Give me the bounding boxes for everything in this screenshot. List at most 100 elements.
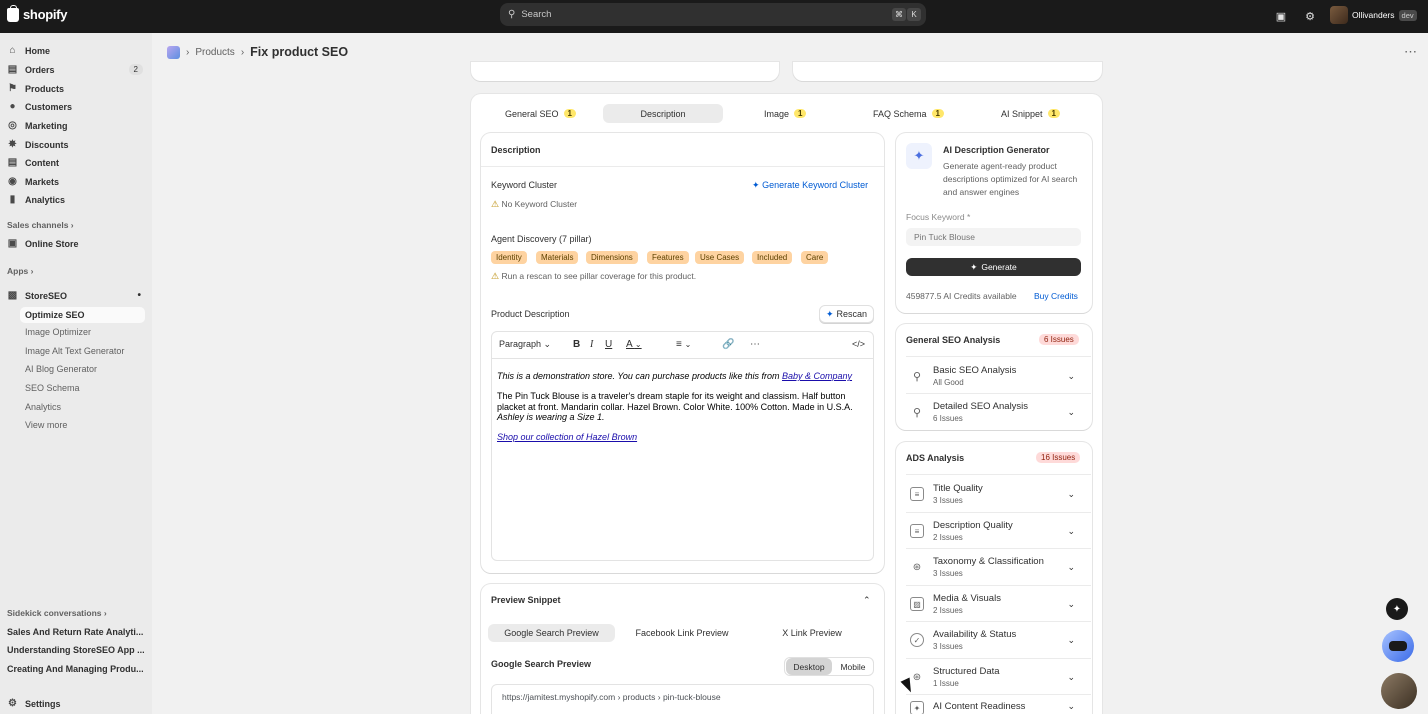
conversation-item[interactable]: Sales And Return Rate Analyti... xyxy=(7,627,147,637)
magnifier-icon: ⚲ xyxy=(912,406,922,419)
sidebar-item-storeseo[interactable]: ▩ StoreSEO • xyxy=(7,290,147,301)
tab-ai-snippet[interactable]: AI Snippet 1 xyxy=(993,104,1068,123)
storeseo-app-icon[interactable] xyxy=(167,45,180,59)
tab-image[interactable]: Image 1 xyxy=(756,104,814,123)
ads-row-structured-data[interactable]: ⊛ Structured Data 1 Issue ⌄ xyxy=(906,660,1081,694)
sidebar-item-markets[interactable]: ◉ Markets xyxy=(7,176,147,187)
buy-credits-link[interactable]: Buy Credits xyxy=(1034,291,1078,301)
tab-google-search-preview[interactable]: Google Search Preview xyxy=(488,624,615,642)
sidebar-item-home[interactable]: ⌂ Home xyxy=(7,45,147,56)
support-agent-avatar[interactable] xyxy=(1381,673,1417,709)
ads-row-description-quality[interactable]: ≡ Description Quality 2 Issues ⌄ xyxy=(906,514,1081,548)
tab-description[interactable]: Description xyxy=(603,104,723,123)
shopify-logo[interactable]: shopify xyxy=(7,4,67,22)
chat-bot-avatar[interactable] xyxy=(1382,630,1414,662)
sidebar-item-products[interactable]: ⚑ Products xyxy=(7,83,147,94)
italic-button[interactable]: I xyxy=(590,339,593,350)
sidebar-sub-analytics[interactable]: Analytics xyxy=(25,402,61,412)
more-icon[interactable]: ⋯ xyxy=(750,339,760,350)
sidekick-icon[interactable]: ▣ xyxy=(1274,9,1288,23)
desktop-toggle[interactable]: Desktop xyxy=(786,658,832,675)
sidebar-sub-view-more[interactable]: View more xyxy=(25,420,67,430)
baby-company-link[interactable]: Baby & Company xyxy=(782,371,852,381)
rich-text-editor[interactable] xyxy=(491,331,874,561)
sidebar-item-discounts[interactable]: ✸ Discounts xyxy=(7,139,147,150)
store-menu[interactable]: Ollivanders dev xyxy=(1330,6,1417,24)
rescan-button[interactable]: ✦ Rescan xyxy=(819,305,874,323)
ads-row-taxonomy[interactable]: ⊛ Taxonomy & Classification 3 Issues ⌄ xyxy=(906,550,1081,584)
basic-seo-row[interactable]: ⚲ Basic SEO Analysis All Good ⌄ xyxy=(906,359,1081,393)
ads-row-availability[interactable]: ✓ Availability & Status 3 Issues ⌄ xyxy=(906,623,1081,657)
rescan-hint-text: Run a rescan to see pillar coverage for … xyxy=(501,271,697,281)
sidebar-sub-optimize-seo[interactable]: Optimize SEO xyxy=(20,307,145,323)
sidebar-sub-seo-schema[interactable]: SEO Schema xyxy=(25,383,80,393)
sidebar-sub-ai-blog[interactable]: AI Blog Generator xyxy=(25,364,97,374)
chevron-up-icon[interactable]: ⌃ xyxy=(863,595,871,606)
pillar-badge: Features xyxy=(647,251,689,264)
breadcrumb-products-link[interactable]: Products xyxy=(195,47,234,58)
tab-facebook-preview[interactable]: Facebook Link Preview xyxy=(618,624,746,642)
sidebar-item-online-store[interactable]: ▣ Online Store xyxy=(7,238,147,249)
sidekick-label: Sidekick conversations xyxy=(7,608,102,618)
sidebar-item-customers[interactable]: ● Customers xyxy=(7,101,147,112)
ads-row-title-quality[interactable]: ≡ Title Quality 3 Issues ⌄ xyxy=(906,477,1081,511)
sidebar-item-marketing[interactable]: ◎ Marketing xyxy=(7,120,147,131)
storeseo-app-icon: ▩ xyxy=(7,290,18,301)
detailed-seo-row[interactable]: ⚲ Detailed SEO Analysis 6 Issues ⌄ xyxy=(906,395,1081,429)
tab-label: AI Snippet xyxy=(1001,108,1043,119)
generate-keyword-cluster-button[interactable]: ✦ Generate Keyword Cluster xyxy=(752,180,868,191)
nav-label: Settings xyxy=(25,698,61,709)
chevron-down-icon: ⌄ xyxy=(1067,488,1075,499)
text-color-button[interactable]: A ⌄ xyxy=(626,339,642,350)
focus-keyword-input[interactable] xyxy=(906,228,1081,246)
apps-heading[interactable]: Apps › xyxy=(7,266,33,276)
shortcut-cmd-key: ⌘ xyxy=(892,8,906,21)
editor-italic-text: Ashley is wearing a Size 1. xyxy=(497,412,605,422)
url-part: products xyxy=(622,692,656,702)
card-partial-right xyxy=(793,62,1102,81)
chevron-right-icon: › xyxy=(30,266,34,276)
tab-count-badge: 1 xyxy=(794,109,807,118)
sales-channels-heading[interactable]: Sales channels › xyxy=(7,220,74,230)
bold-button[interactable]: B xyxy=(573,339,580,350)
align-button[interactable]: ≡ ⌄ xyxy=(676,339,691,350)
link-icon[interactable]: 🔗 xyxy=(722,339,734,350)
bell-icon[interactable]: ⚙ xyxy=(1303,9,1317,23)
more-actions-icon[interactable]: ⋯ xyxy=(1404,44,1417,60)
card-partial-left xyxy=(471,62,779,81)
mobile-toggle[interactable]: Mobile xyxy=(833,658,873,675)
nav-label: Content xyxy=(25,157,59,168)
apps-label: Apps xyxy=(7,266,29,276)
conversation-item[interactable]: Understanding StoreSEO App ... xyxy=(7,645,147,655)
code-view-icon[interactable]: </> xyxy=(852,339,865,349)
sidebar-sub-image-optimizer[interactable]: Image Optimizer xyxy=(25,327,91,337)
globe-icon: ◉ xyxy=(8,176,17,187)
content-icon: ▤ xyxy=(7,157,18,168)
row-title: Basic SEO Analysis xyxy=(933,365,1017,376)
tab-faq-schema[interactable]: FAQ Schema 1 xyxy=(865,104,952,123)
generate-button[interactable]: ✦ Generate xyxy=(906,258,1081,276)
search-input[interactable]: ⚲ Search ⌘ K xyxy=(500,3,926,26)
ads-row-media[interactable]: ▨ Media & Visuals 2 Issues ⌄ xyxy=(906,587,1081,621)
ads-row-ai-content[interactable]: ✦ AI Content Readiness ⌄ xyxy=(906,696,1081,714)
shop-collection-link[interactable]: Shop our collection of Hazel Brown xyxy=(497,432,637,442)
row-status: 2 Issues xyxy=(933,606,963,615)
chevron-down-icon: ⌄ xyxy=(634,340,642,349)
ads-analysis-title: ADS Analysis xyxy=(906,453,965,463)
underline-button[interactable]: U xyxy=(605,339,612,350)
conversation-item[interactable]: Creating And Managing Produ... xyxy=(7,664,147,674)
url-part: https://jamitest.myshopify.com xyxy=(502,692,616,702)
sidekick-heading[interactable]: Sidekick conversations › xyxy=(7,608,107,618)
tab-general-seo[interactable]: General SEO 1 xyxy=(497,104,584,123)
sidebar-item-content[interactable]: ▤ Content xyxy=(7,157,147,168)
paragraph-format-select[interactable]: Paragraph ⌄ xyxy=(499,339,551,350)
tab-x-preview[interactable]: X Link Preview xyxy=(750,624,874,642)
sidebar-item-analytics[interactable]: ▮ Analytics xyxy=(7,194,147,205)
sidebar-item-settings[interactable]: ⚙ Settings xyxy=(7,698,147,709)
bar-chart-icon: ▮ xyxy=(9,194,16,205)
chevron-down-icon: ⌄ xyxy=(1067,525,1075,536)
sidekick-float-icon[interactable]: ✦ xyxy=(1386,598,1408,620)
sidebar-sub-image-alt-text[interactable]: Image Alt Text Generator xyxy=(25,346,124,356)
sidebar-item-orders[interactable]: ▤ Orders 2 xyxy=(7,64,147,75)
row-title: Structured Data xyxy=(933,666,1000,677)
